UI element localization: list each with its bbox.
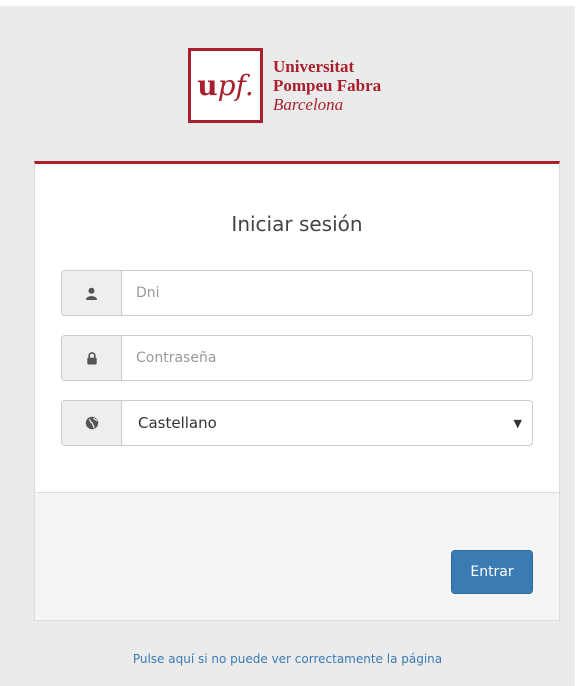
password-field (61, 335, 533, 381)
page-background: u pf. Universitat Pompeu Fabra Barcelona … (0, 6, 575, 686)
upf-logo-text: Universitat Pompeu Fabra Barcelona (273, 57, 381, 114)
login-card: Iniciar sesión Dni Castellano ▼ Entrar (34, 161, 560, 621)
help-link[interactable]: Pulse aquí si no puede ver correctamente… (0, 652, 575, 666)
language-select[interactable]: Castellano ▼ (61, 400, 533, 446)
login-title: Iniciar sesión (231, 212, 363, 236)
logo-mark-pf: pf. (217, 69, 254, 102)
logo-mark-u: u (197, 69, 218, 102)
upf-logo-mark: u pf. (188, 48, 263, 123)
language-select-value[interactable]: Castellano ▼ (122, 401, 532, 445)
language-selected-label: Castellano (138, 414, 217, 432)
logo-line-barcelona: Barcelona (273, 95, 344, 114)
login-card-footer: Entrar (35, 492, 559, 620)
globe-icon (62, 401, 122, 445)
dni-input[interactable] (122, 271, 532, 315)
logo-line-pompeu-fabra: Pompeu Fabra (273, 76, 382, 95)
lock-icon (62, 336, 122, 380)
user-icon (62, 271, 122, 315)
dni-field (61, 270, 533, 316)
caret-down-icon: ▼ (513, 416, 522, 430)
submit-button[interactable]: Entrar (451, 550, 533, 594)
logo-line-universitat: Universitat (273, 57, 355, 76)
upf-logo: u pf. Universitat Pompeu Fabra Barcelona (188, 48, 381, 123)
password-input[interactable] (122, 336, 532, 380)
